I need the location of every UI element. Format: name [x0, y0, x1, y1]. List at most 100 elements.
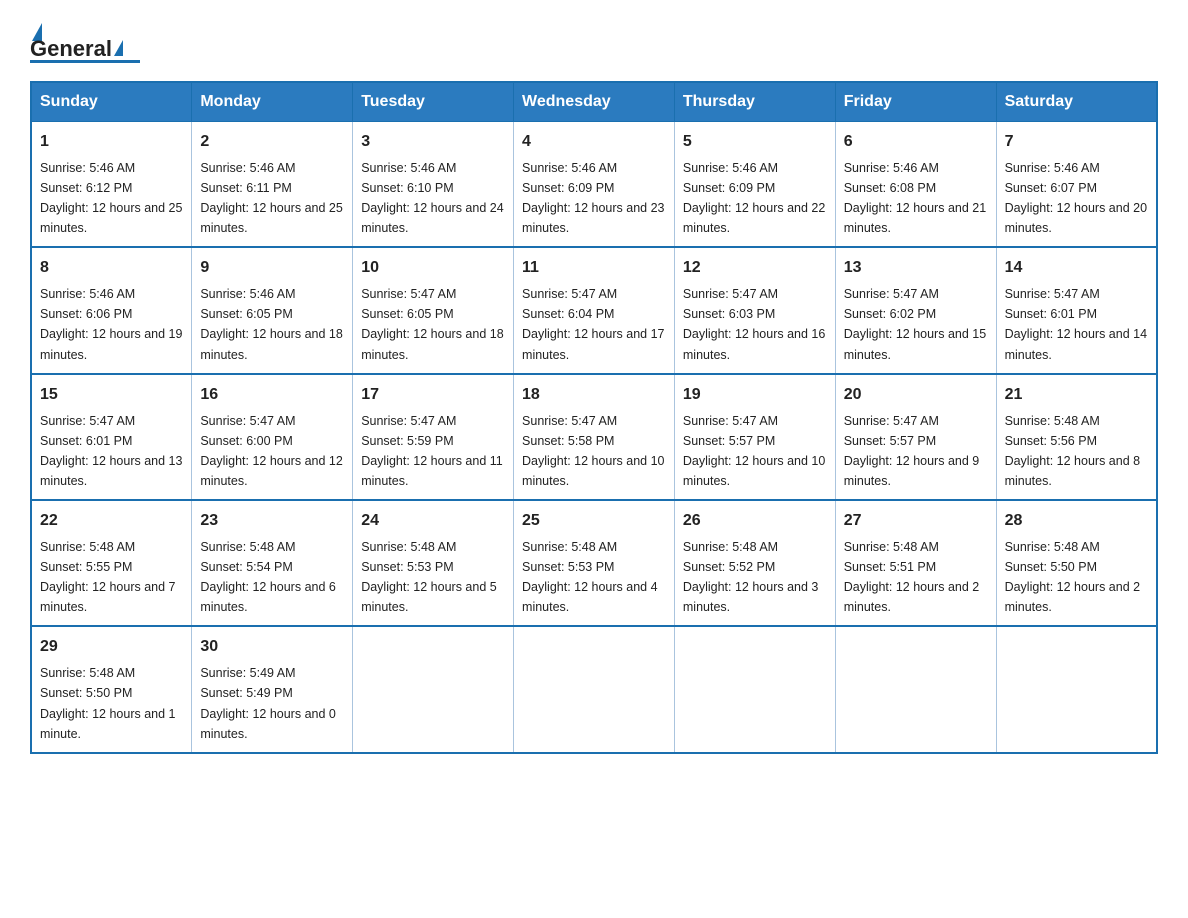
calendar-cell: 20 Sunrise: 5:47 AMSunset: 5:57 PMDayligh…	[835, 374, 996, 500]
day-number: 18	[522, 383, 666, 408]
day-info: Sunrise: 5:48 AMSunset: 5:52 PMDaylight:…	[683, 540, 819, 614]
calendar-cell: 14 Sunrise: 5:47 AMSunset: 6:01 PMDayligh…	[996, 247, 1157, 373]
day-info: Sunrise: 5:46 AMSunset: 6:05 PMDaylight:…	[200, 287, 342, 361]
header-friday: Friday	[835, 82, 996, 122]
day-info: Sunrise: 5:47 AMSunset: 6:05 PMDaylight:…	[361, 287, 503, 361]
day-info: Sunrise: 5:48 AMSunset: 5:55 PMDaylight:…	[40, 540, 176, 614]
day-info: Sunrise: 5:47 AMSunset: 6:00 PMDaylight:…	[200, 414, 342, 488]
day-number: 27	[844, 509, 988, 534]
calendar-header-row: SundayMondayTuesdayWednesdayThursdayFrid…	[31, 82, 1157, 122]
day-info: Sunrise: 5:46 AMSunset: 6:06 PMDaylight:…	[40, 287, 182, 361]
day-info: Sunrise: 5:47 AMSunset: 6:01 PMDaylight:…	[40, 414, 182, 488]
calendar-cell: 25 Sunrise: 5:48 AMSunset: 5:53 PMDayligh…	[514, 500, 675, 626]
day-info: Sunrise: 5:46 AMSunset: 6:10 PMDaylight:…	[361, 161, 503, 235]
calendar-cell: 24 Sunrise: 5:48 AMSunset: 5:53 PMDayligh…	[353, 500, 514, 626]
day-info: Sunrise: 5:47 AMSunset: 5:59 PMDaylight:…	[361, 414, 503, 488]
calendar-cell: 4 Sunrise: 5:46 AMSunset: 6:09 PMDaylight…	[514, 122, 675, 248]
calendar-cell: 5 Sunrise: 5:46 AMSunset: 6:09 PMDaylight…	[674, 122, 835, 248]
calendar-cell: 2 Sunrise: 5:46 AMSunset: 6:11 PMDaylight…	[192, 122, 353, 248]
logo-general-text2: General	[30, 36, 112, 62]
calendar-cell: 3Sunrise: 5:46 AMSunset: 6:10 PMDaylight…	[353, 122, 514, 248]
logo-underline	[30, 60, 140, 63]
calendar-table: SundayMondayTuesdayWednesdayThursdayFrid…	[30, 81, 1158, 754]
day-info: Sunrise: 5:46 AMSunset: 6:11 PMDaylight:…	[200, 161, 342, 235]
day-number: 4	[522, 130, 666, 155]
day-number: 9	[200, 256, 344, 281]
day-info: Sunrise: 5:47 AMSunset: 6:01 PMDaylight:…	[1005, 287, 1147, 361]
logo-area: General	[30, 20, 140, 63]
calendar-cell	[996, 626, 1157, 752]
logo-triangle2-icon	[114, 40, 123, 56]
calendar-cell: 15 Sunrise: 5:47 AMSunset: 6:01 PMDayligh…	[31, 374, 192, 500]
day-number: 8	[40, 256, 183, 281]
day-number: 23	[200, 509, 344, 534]
day-info: Sunrise: 5:48 AMSunset: 5:54 PMDaylight:…	[200, 540, 336, 614]
day-number: 26	[683, 509, 827, 534]
page-header: General	[30, 20, 1158, 63]
header-saturday: Saturday	[996, 82, 1157, 122]
day-info: Sunrise: 5:47 AMSunset: 5:57 PMDaylight:…	[844, 414, 980, 488]
calendar-week-row: 1 Sunrise: 5:46 AMSunset: 6:12 PMDaylight…	[31, 122, 1157, 248]
day-number: 6	[844, 130, 988, 155]
day-number: 17	[361, 383, 505, 408]
calendar-week-row: 8 Sunrise: 5:46 AMSunset: 6:06 PMDaylight…	[31, 247, 1157, 373]
calendar-cell: 30Sunrise: 5:49 AMSunset: 5:49 PMDayligh…	[192, 626, 353, 752]
day-info: Sunrise: 5:46 AMSunset: 6:09 PMDaylight:…	[522, 161, 664, 235]
day-number: 1	[40, 130, 183, 155]
day-number: 11	[522, 256, 666, 281]
day-number: 21	[1005, 383, 1148, 408]
day-number: 28	[1005, 509, 1148, 534]
day-info: Sunrise: 5:47 AMSunset: 6:02 PMDaylight:…	[844, 287, 986, 361]
day-info: Sunrise: 5:47 AMSunset: 5:58 PMDaylight:…	[522, 414, 664, 488]
day-number: 25	[522, 509, 666, 534]
day-number: 12	[683, 256, 827, 281]
calendar-cell	[835, 626, 996, 752]
day-number: 22	[40, 509, 183, 534]
header-wednesday: Wednesday	[514, 82, 675, 122]
calendar-cell: 21 Sunrise: 5:48 AMSunset: 5:56 PMDayligh…	[996, 374, 1157, 500]
day-number: 29	[40, 635, 183, 660]
day-info: Sunrise: 5:48 AMSunset: 5:50 PMDaylight:…	[40, 666, 176, 740]
calendar-cell: 1 Sunrise: 5:46 AMSunset: 6:12 PMDaylight…	[31, 122, 192, 248]
day-info: Sunrise: 5:46 AMSunset: 6:12 PMDaylight:…	[40, 161, 182, 235]
calendar-week-row: 29 Sunrise: 5:48 AMSunset: 5:50 PMDayligh…	[31, 626, 1157, 752]
day-number: 15	[40, 383, 183, 408]
day-number: 13	[844, 256, 988, 281]
calendar-week-row: 15 Sunrise: 5:47 AMSunset: 6:01 PMDayligh…	[31, 374, 1157, 500]
calendar-cell: 27 Sunrise: 5:48 AMSunset: 5:51 PMDayligh…	[835, 500, 996, 626]
header-monday: Monday	[192, 82, 353, 122]
day-info: Sunrise: 5:47 AMSunset: 6:04 PMDaylight:…	[522, 287, 664, 361]
day-number: 19	[683, 383, 827, 408]
calendar-cell	[674, 626, 835, 752]
day-number: 14	[1005, 256, 1148, 281]
day-number: 24	[361, 509, 505, 534]
day-info: Sunrise: 5:48 AMSunset: 5:56 PMDaylight:…	[1005, 414, 1141, 488]
day-number: 5	[683, 130, 827, 155]
day-number: 16	[200, 383, 344, 408]
day-number: 20	[844, 383, 988, 408]
calendar-cell	[353, 626, 514, 752]
calendar-cell: 26 Sunrise: 5:48 AMSunset: 5:52 PMDayligh…	[674, 500, 835, 626]
day-info: Sunrise: 5:48 AMSunset: 5:53 PMDaylight:…	[522, 540, 658, 614]
calendar-cell: 18 Sunrise: 5:47 AMSunset: 5:58 PMDayligh…	[514, 374, 675, 500]
header-tuesday: Tuesday	[353, 82, 514, 122]
calendar-cell: 22 Sunrise: 5:48 AMSunset: 5:55 PMDayligh…	[31, 500, 192, 626]
calendar-cell: 23 Sunrise: 5:48 AMSunset: 5:54 PMDayligh…	[192, 500, 353, 626]
day-info: Sunrise: 5:46 AMSunset: 6:09 PMDaylight:…	[683, 161, 825, 235]
calendar-cell: 6 Sunrise: 5:46 AMSunset: 6:08 PMDaylight…	[835, 122, 996, 248]
calendar-cell: 28Sunrise: 5:48 AMSunset: 5:50 PMDayligh…	[996, 500, 1157, 626]
day-number: 2	[200, 130, 344, 155]
day-info: Sunrise: 5:48 AMSunset: 5:53 PMDaylight:…	[361, 540, 497, 614]
day-info: Sunrise: 5:47 AMSunset: 5:57 PMDaylight:…	[683, 414, 825, 488]
header-thursday: Thursday	[674, 82, 835, 122]
day-info: Sunrise: 5:46 AMSunset: 6:08 PMDaylight:…	[844, 161, 986, 235]
header-sunday: Sunday	[31, 82, 192, 122]
calendar-cell: 17 Sunrise: 5:47 AMSunset: 5:59 PMDayligh…	[353, 374, 514, 500]
calendar-cell: 8 Sunrise: 5:46 AMSunset: 6:06 PMDaylight…	[31, 247, 192, 373]
calendar-cell: 10Sunrise: 5:47 AMSunset: 6:05 PMDayligh…	[353, 247, 514, 373]
calendar-cell	[514, 626, 675, 752]
calendar-cell: 29 Sunrise: 5:48 AMSunset: 5:50 PMDayligh…	[31, 626, 192, 752]
day-number: 30	[200, 635, 344, 660]
day-info: Sunrise: 5:48 AMSunset: 5:51 PMDaylight:…	[844, 540, 980, 614]
calendar-cell: 9 Sunrise: 5:46 AMSunset: 6:05 PMDaylight…	[192, 247, 353, 373]
